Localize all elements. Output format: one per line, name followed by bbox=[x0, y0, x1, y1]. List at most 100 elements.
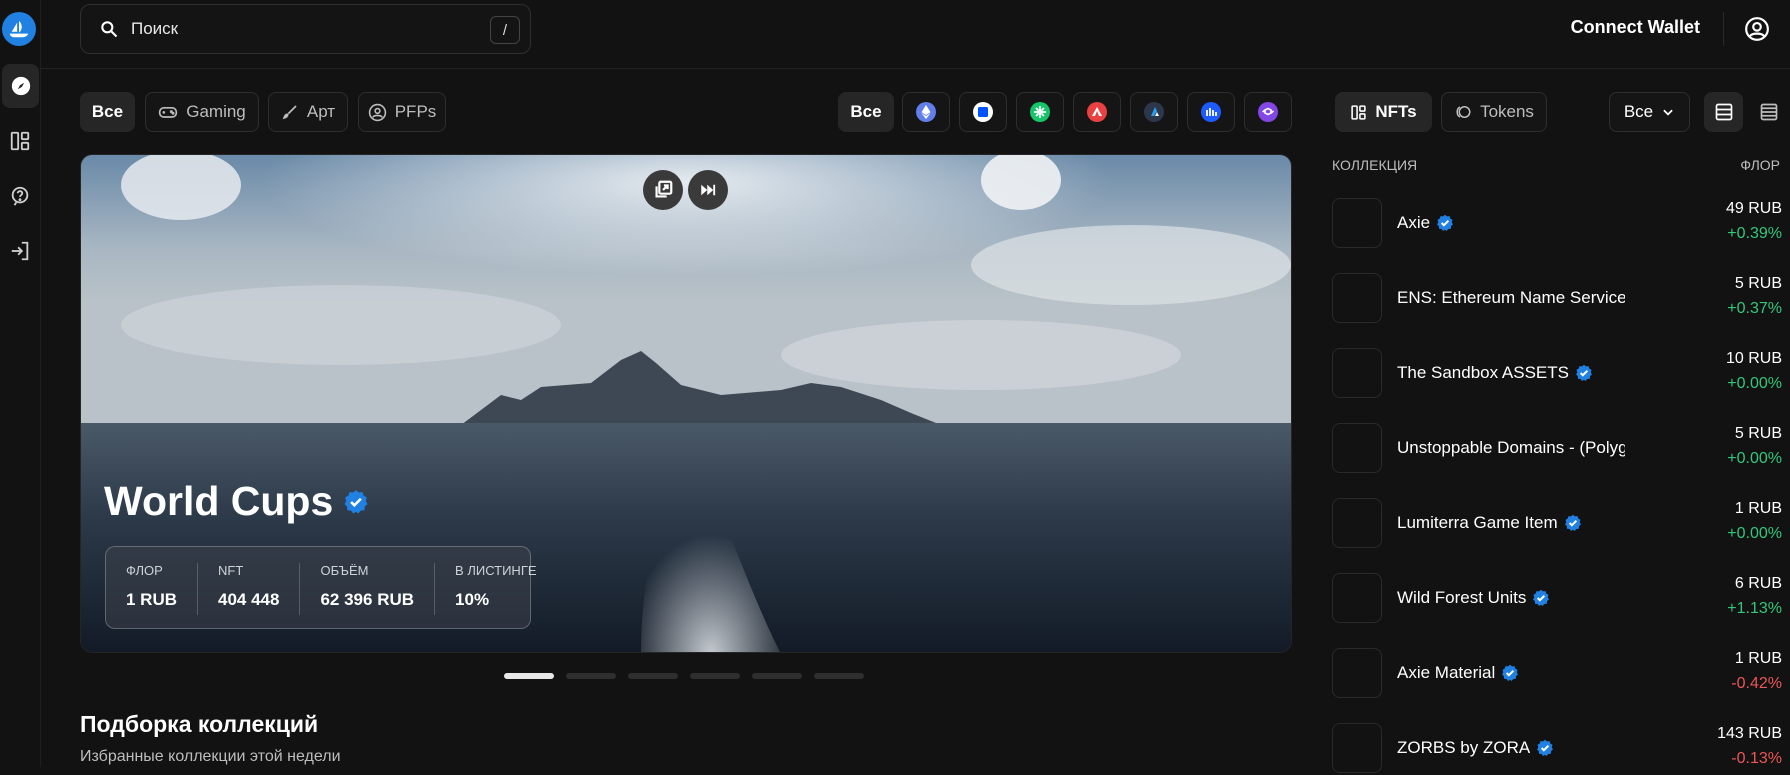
hero-title[interactable]: World Cups bbox=[104, 478, 369, 525]
chain-chip-blast[interactable] bbox=[1187, 92, 1235, 132]
carousel-dot[interactable] bbox=[690, 673, 740, 679]
carousel-pagination bbox=[504, 673, 864, 679]
stat-value: 10% bbox=[455, 590, 490, 609]
floor-price: 1 RUB bbox=[1734, 500, 1782, 517]
floor-price: 143 RUB bbox=[1717, 725, 1782, 742]
chain-chip-all[interactable]: Все bbox=[838, 92, 894, 132]
sidebar-item-login[interactable] bbox=[0, 229, 40, 273]
hero-stats-panel: ФЛОР 1 RUB NFT 404 448 ОБЪЁМ 62 396 RUB В Л… bbox=[105, 546, 537, 629]
view-toggle-list[interactable] bbox=[1704, 92, 1743, 132]
compact-list-icon bbox=[1760, 103, 1777, 121]
collection-row[interactable]: The Sandbox ASSETS 10 RUB +0.00% bbox=[1332, 348, 1782, 400]
verified-badge-icon bbox=[344, 489, 368, 513]
dashboard-icon bbox=[10, 131, 30, 151]
search-input[interactable] bbox=[131, 19, 471, 39]
category-chip-all[interactable]: Все bbox=[80, 92, 135, 132]
opensea-logo-icon[interactable] bbox=[2, 12, 36, 46]
floor-change: -0.42% bbox=[1731, 675, 1782, 692]
carousel-dot[interactable] bbox=[628, 673, 678, 679]
blast-icon bbox=[1201, 102, 1221, 122]
collection-name: Axie Material bbox=[1397, 663, 1625, 683]
collection-thumbnail bbox=[1332, 273, 1382, 323]
carousel-dot[interactable] bbox=[504, 673, 554, 679]
collection-name-text: Wild Forest Units bbox=[1397, 588, 1527, 607]
chip-label: PFPs bbox=[394, 102, 437, 121]
collection-row[interactable]: ZORBS by ZORA 143 RUB -0.13% bbox=[1332, 723, 1782, 775]
flower-chain-icon bbox=[1030, 102, 1050, 122]
ethereum-icon bbox=[916, 102, 936, 122]
verified-badge-icon bbox=[1533, 589, 1550, 606]
category-chip-art[interactable]: Арт bbox=[268, 92, 348, 132]
collection-thumbnail bbox=[1332, 498, 1382, 548]
stat-items: NFT 404 448 bbox=[198, 563, 301, 615]
skip-next-icon bbox=[701, 184, 716, 196]
floor-change: +0.39% bbox=[1727, 225, 1782, 242]
stat-label: NFT bbox=[218, 563, 244, 578]
sidebar-item-support[interactable] bbox=[0, 174, 40, 218]
tab-nfts[interactable]: NFTs bbox=[1335, 92, 1432, 132]
chain-chip-flow[interactable] bbox=[1016, 92, 1064, 132]
tab-tokens[interactable]: Tokens bbox=[1441, 92, 1547, 132]
floor-price: 10 RUB bbox=[1725, 350, 1782, 367]
chain-chip-arbitrum[interactable] bbox=[1130, 92, 1178, 132]
hero-open-button[interactable] bbox=[643, 170, 683, 210]
floor-change: -0.13% bbox=[1731, 750, 1782, 767]
gamepad-icon bbox=[159, 107, 178, 118]
column-header-collection[interactable]: КОЛЛЕКЦИЯ bbox=[1332, 157, 1417, 173]
top-bar: / Connect Wallet bbox=[41, 0, 1790, 69]
chain-chip-polygon[interactable] bbox=[1244, 92, 1292, 132]
verified-badge-icon bbox=[1437, 214, 1454, 231]
chain-chip-avalanche[interactable] bbox=[1073, 92, 1121, 132]
sidebar-item-discover[interactable] bbox=[2, 64, 39, 108]
category-chip-gaming[interactable]: Gaming bbox=[145, 92, 259, 132]
profile-circle-icon bbox=[368, 103, 386, 121]
collection-name-text: Lumiterra Game Item bbox=[1397, 513, 1558, 532]
collection-name-text: Axie Material bbox=[1397, 663, 1496, 682]
category-chip-pfps[interactable]: PFPs bbox=[358, 92, 446, 132]
collection-row[interactable]: Lumiterra Game Item 1 RUB +0.00% bbox=[1332, 498, 1782, 550]
carousel-dot[interactable] bbox=[566, 673, 616, 679]
stat-floor: ФЛОР 1 RUB bbox=[106, 563, 199, 615]
search-box[interactable]: / bbox=[80, 4, 531, 54]
dropdown-value: Все bbox=[1623, 102, 1654, 121]
chain-filter-dropdown[interactable]: Все bbox=[1609, 92, 1690, 132]
chevron-down-icon bbox=[1663, 109, 1673, 116]
chain-chip-base[interactable] bbox=[959, 92, 1007, 132]
hero-title-text: World Cups bbox=[104, 478, 334, 524]
tab-label: Tokens bbox=[1480, 102, 1534, 121]
collection-thumbnail bbox=[1332, 423, 1382, 473]
collection-row[interactable]: Unstoppable Domains - (Polygon) 5 RUB +0.0… bbox=[1332, 423, 1782, 475]
floor-change: +1.13% bbox=[1727, 600, 1782, 617]
account-icon[interactable] bbox=[1744, 16, 1770, 42]
hero-next-button[interactable] bbox=[688, 170, 728, 210]
connect-wallet-button[interactable]: Connect Wallet bbox=[1571, 17, 1700, 38]
carousel-dot[interactable] bbox=[814, 673, 864, 679]
chain-chip-ethereum[interactable] bbox=[902, 92, 950, 132]
sidebar-item-collections[interactable] bbox=[0, 119, 40, 163]
collection-row[interactable]: Wild Forest Units 6 RUB +1.13% bbox=[1332, 573, 1782, 625]
collection-name: Wild Forest Units bbox=[1397, 588, 1625, 608]
chip-label: Gaming bbox=[186, 102, 246, 121]
verified-badge-icon bbox=[1537, 739, 1554, 756]
collection-thumbnail bbox=[1332, 648, 1382, 698]
tab-label: NFTs bbox=[1375, 102, 1417, 121]
stat-value: 1 RUB bbox=[126, 590, 178, 609]
stat-volume: ОБЪЁМ 62 396 RUB bbox=[300, 563, 436, 615]
collection-name-text: Axie bbox=[1397, 213, 1431, 232]
floor-price: 5 RUB bbox=[1734, 275, 1782, 292]
view-toggle-compact[interactable] bbox=[1749, 92, 1788, 132]
collection-row[interactable]: Axie 49 RUB +0.39% bbox=[1332, 198, 1782, 250]
avalanche-icon bbox=[1087, 102, 1107, 122]
carousel-dot[interactable] bbox=[752, 673, 802, 679]
stat-label: ОБЪЁМ bbox=[320, 563, 369, 578]
collection-name: ENS: Ethereum Name Service bbox=[1397, 288, 1625, 308]
open-gallery-icon bbox=[655, 180, 673, 198]
collection-row[interactable]: ENS: Ethereum Name Service 5 RUB +0.37% bbox=[1332, 273, 1782, 325]
chip-label: Все bbox=[850, 102, 882, 121]
column-header-floor[interactable]: ФЛОР bbox=[1740, 157, 1780, 173]
header-divider bbox=[1723, 12, 1724, 46]
collection-row[interactable]: Axie Material 1 RUB -0.42% bbox=[1332, 648, 1782, 700]
stat-value: 404 448 bbox=[218, 590, 280, 609]
collection-thumbnail bbox=[1332, 723, 1382, 773]
stat-label: В ЛИСТИНГЕ bbox=[455, 563, 537, 578]
